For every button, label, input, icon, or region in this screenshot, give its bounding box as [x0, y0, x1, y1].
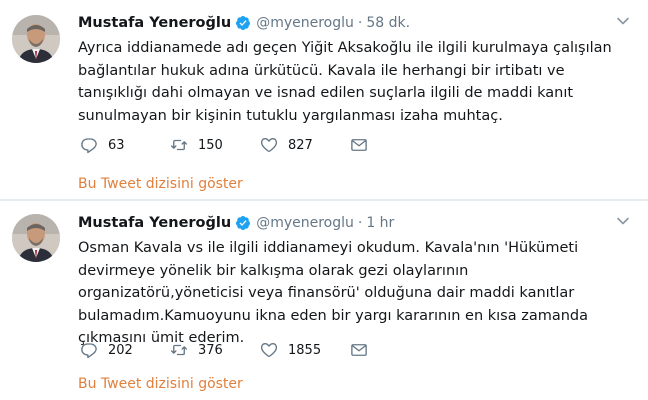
retweet-button[interactable]: 376 [170, 341, 260, 359]
reply-icon [81, 138, 97, 154]
reply-count: 63 [108, 137, 125, 153]
tweet[interactable]: Mustafa Yeneroğlu @myeneroglu · 58 dk. A… [0, 0, 648, 200]
like-button[interactable]: 827 [260, 136, 350, 154]
separator-dot: · [357, 215, 363, 231]
show-thread-link[interactable]: Bu Tweet dizisini göster [78, 376, 243, 392]
tweet-text: Ayrıca iddianamede adı geçen Yiğit Aksak… [78, 40, 612, 124]
direct-message-button[interactable] [350, 136, 374, 154]
avatar[interactable] [12, 214, 60, 262]
reply-button[interactable]: 202 [80, 341, 170, 359]
reply-icon [81, 343, 97, 359]
tweet-timestamp[interactable]: 58 dk. [366, 15, 410, 31]
tweet[interactable]: Mustafa Yeneroğlu @myeneroglu · 1 hr Osm… [0, 200, 648, 400]
heart-icon [260, 343, 278, 358]
like-count: 827 [288, 137, 313, 153]
direct-message-button[interactable] [350, 341, 374, 359]
tweet-timestamp[interactable]: 1 hr [366, 215, 394, 231]
envelope-icon [351, 139, 367, 151]
like-button[interactable]: 1855 [260, 341, 350, 359]
author-handle[interactable]: @myeneroglu [256, 15, 354, 31]
avatar[interactable] [12, 15, 60, 63]
chevron-down-icon[interactable] [616, 214, 630, 228]
tweet-actions: 63 150 827 [80, 135, 374, 155]
tweet-actions: 202 376 1855 [80, 340, 374, 360]
tweet-header: Mustafa Yeneroğlu @myeneroglu · 1 hr [78, 214, 394, 232]
verified-badge-icon [235, 15, 251, 31]
tweet-header: Mustafa Yeneroğlu @myeneroglu · 58 dk. [78, 14, 410, 32]
retweet-count: 150 [198, 137, 223, 153]
heart-icon [260, 138, 278, 153]
like-count: 1855 [288, 342, 322, 358]
retweet-icon [170, 139, 188, 151]
verified-badge-icon [235, 215, 251, 231]
author-handle[interactable]: @myeneroglu [256, 215, 354, 231]
tweet-feed: Mustafa Yeneroğlu @myeneroglu · 58 dk. A… [0, 0, 648, 400]
reply-button[interactable]: 63 [80, 136, 170, 154]
avatar-image [12, 214, 60, 262]
separator-dot: · [357, 15, 363, 31]
reply-count: 202 [108, 342, 133, 358]
author-name[interactable]: Mustafa Yeneroğlu [78, 215, 231, 231]
avatar-image [12, 15, 60, 63]
show-thread-link[interactable]: Bu Tweet dizisini göster [78, 176, 243, 192]
retweet-icon [170, 344, 188, 356]
retweet-button[interactable]: 150 [170, 136, 260, 154]
tweet-text: Osman Kavala vs ile ilgili iddianameyi o… [78, 240, 589, 346]
author-name[interactable]: Mustafa Yeneroğlu [78, 15, 231, 31]
envelope-icon [351, 344, 367, 356]
chevron-down-icon[interactable] [616, 14, 630, 28]
retweet-count: 376 [198, 342, 223, 358]
